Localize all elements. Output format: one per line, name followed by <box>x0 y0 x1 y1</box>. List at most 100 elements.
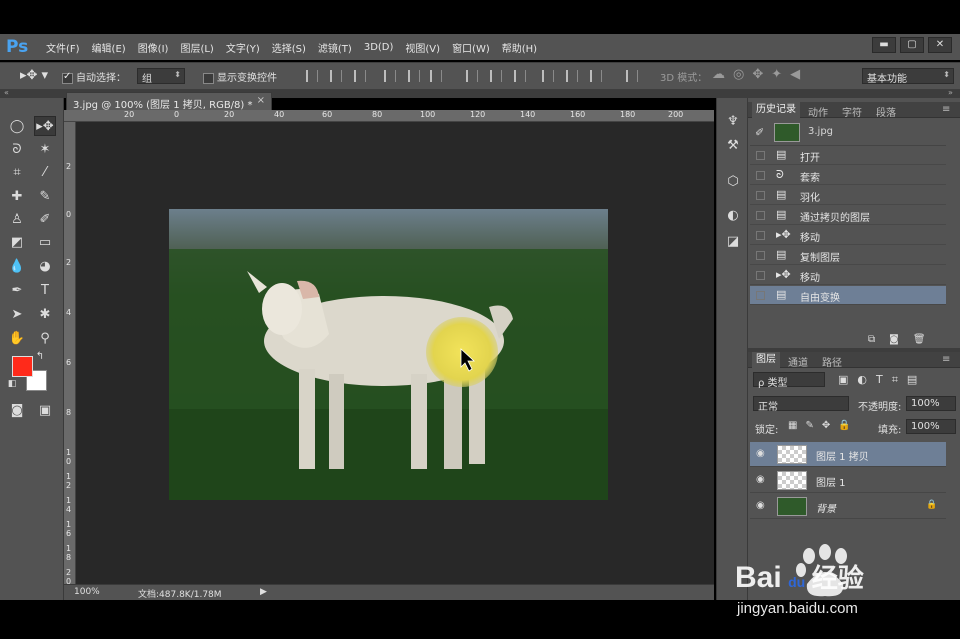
menu-file[interactable]: 文件(F) <box>40 40 86 55</box>
menu-image[interactable]: 图像(I) <box>132 40 175 55</box>
history-item[interactable]: ▸✥ 移动 <box>750 266 946 285</box>
brush-preset-icon[interactable]: ♆ <box>724 114 742 132</box>
history-item[interactable]: ▸✥ 移动 <box>750 226 946 245</box>
history-item[interactable]: ᘐ 套索 <box>750 166 946 185</box>
quick-mask-icon[interactable]: ◙ <box>6 400 28 420</box>
layer-row[interactable]: ◉ 图层 1 <box>750 468 946 493</box>
blur-tool-icon[interactable]: 💧 <box>6 256 28 276</box>
ruler-horizontal[interactable]: 20 0 20 40 60 80 100 120 140 160 180 200 <box>64 110 714 122</box>
layer-row-selected[interactable]: ◉ 图层 1 拷贝 <box>750 442 946 467</box>
align-right-icon[interactable] <box>430 70 442 82</box>
lasso-tool-icon[interactable]: ᘐ <box>6 139 28 159</box>
visibility-eye-icon[interactable]: ◉ <box>756 474 765 485</box>
adjustments-icon[interactable]: ◐ <box>724 208 742 226</box>
pen-tool-icon[interactable]: ✒ <box>6 280 28 300</box>
move-tool-icon[interactable]: ▸✥ <box>34 116 56 136</box>
collapse-right-icon[interactable]: » <box>948 88 953 97</box>
auto-align-icon[interactable] <box>626 70 638 82</box>
history-item[interactable]: ▤ 羽化 <box>750 186 946 205</box>
screen-mode-icon[interactable]: ▣ <box>34 400 56 420</box>
restore-button[interactable]: ▢ <box>900 37 924 53</box>
workspace-dropdown[interactable]: 基本功能 ⬍ <box>862 68 954 85</box>
tab-actions[interactable]: 动作 <box>808 104 828 119</box>
history-brush-tool-icon[interactable]: ✐ <box>34 209 56 229</box>
visibility-eye-icon[interactable]: ◉ <box>756 500 765 511</box>
distribute-left-icon[interactable] <box>542 70 554 82</box>
visibility-eye-icon[interactable]: ◉ <box>756 448 765 459</box>
align-bottom-icon[interactable] <box>354 70 366 82</box>
lock-icons[interactable]: ▦✎✥🔒 <box>788 420 859 431</box>
menu-view[interactable]: 视图(V) <box>399 40 446 55</box>
tab-paths[interactable]: 路径 <box>822 354 842 369</box>
close-button[interactable]: ✕ <box>928 37 952 53</box>
distribute-top-icon[interactable] <box>466 70 478 82</box>
align-top-icon[interactable] <box>306 70 318 82</box>
default-colors-icon[interactable]: ◧ <box>6 378 18 390</box>
3d-panel-icon[interactable]: ⬡ <box>724 174 742 192</box>
clone-stamp-tool-icon[interactable]: ♙ <box>6 209 28 229</box>
align-left-icon[interactable] <box>384 70 396 82</box>
history-brush-source-icon[interactable]: ✐ <box>755 126 764 139</box>
brush-tool-icon[interactable]: ✎ <box>34 186 56 206</box>
menu-help[interactable]: 帮助(H) <box>496 40 543 55</box>
tab-paragraph[interactable]: 段落 <box>876 104 896 119</box>
magic-wand-tool-icon[interactable]: ✶ <box>34 139 56 159</box>
move-tool-preset-icon[interactable]: ▸✥ ▾ <box>20 68 48 83</box>
opacity-input[interactable]: 100% <box>906 396 956 411</box>
document-tab[interactable]: 3.jpg @ 100% (图层 1 拷贝, RGB/8) * × <box>66 92 272 111</box>
status-menu-arrow-icon[interactable]: ▶ <box>260 587 267 597</box>
history-snapshot[interactable]: ✐ 3.jpg <box>750 120 946 146</box>
menu-filter[interactable]: 滤镜(T) <box>312 40 358 55</box>
eyedropper-tool-icon[interactable]: ⁄ <box>34 162 56 182</box>
blend-mode-dropdown[interactable]: 正常 <box>753 396 849 413</box>
styles-icon[interactable]: ◪ <box>724 234 742 252</box>
align-hcenter-icon[interactable] <box>408 70 420 82</box>
healing-brush-tool-icon[interactable]: ✚ <box>6 186 28 206</box>
elliptical-marquee-tool-icon[interactable]: ◯ <box>6 116 28 136</box>
history-item-selected[interactable]: ▤ 自由变换 <box>750 286 946 305</box>
menu-window[interactable]: 窗口(W) <box>446 40 496 55</box>
eraser-tool-icon[interactable]: ◩ <box>6 232 28 252</box>
align-vcenter-icon[interactable] <box>330 70 342 82</box>
fill-input[interactable]: 100% <box>906 419 956 434</box>
menu-type[interactable]: 文字(Y) <box>220 40 266 55</box>
swap-colors-icon[interactable]: ↰ <box>34 350 46 362</box>
history-footer-icons[interactable]: ⧉◙🗑 <box>868 334 940 345</box>
show-transform-checkbox[interactable]: 显示变换控件 <box>203 69 277 84</box>
auto-select-dropdown[interactable]: 组 ⬍ <box>137 68 185 85</box>
menu-3d[interactable]: 3D(D) <box>358 42 400 53</box>
type-tool-icon[interactable]: T <box>34 280 56 300</box>
path-selection-tool-icon[interactable]: ➤ <box>6 304 28 324</box>
close-tab-icon[interactable]: × <box>257 95 265 106</box>
layer-filter-dropdown[interactable]: ρ 类型 <box>753 372 825 389</box>
tab-history[interactable]: 历史记录 <box>752 102 800 118</box>
panel-menu-icon[interactable]: ≡ <box>942 354 950 365</box>
hand-tool-icon[interactable]: ✋ <box>6 328 28 348</box>
tab-layers[interactable]: 图层 <box>752 352 780 368</box>
minimize-button[interactable]: ▬ <box>872 37 896 53</box>
zoom-tool-icon[interactable]: ⚲ <box>34 328 56 348</box>
ruler-vertical[interactable]: 2 0 2 4 6 8 1 0 1 2 1 4 1 6 1 8 2 0 <box>64 122 76 586</box>
tab-character[interactable]: 字符 <box>842 104 862 119</box>
auto-select-checkbox[interactable]: 自动选择： <box>62 69 126 84</box>
3d-tools-icons[interactable]: ☁◎✥✦◀ <box>712 67 808 82</box>
layer-filter-icons[interactable]: ▣◐T⌗▤ <box>838 373 926 387</box>
distribute-right-icon[interactable] <box>590 70 602 82</box>
menu-select[interactable]: 选择(S) <box>266 40 312 55</box>
crop-tool-icon[interactable]: ⌗ <box>6 162 28 182</box>
distribute-bottom-icon[interactable] <box>514 70 526 82</box>
history-item[interactable]: ▤ 复制图层 <box>750 246 946 265</box>
tool-presets-icon[interactable]: ⚒ <box>724 138 742 156</box>
layer-row[interactable]: ◉ 背景 🔒 <box>750 494 946 519</box>
menu-layer[interactable]: 图层(L) <box>174 40 219 55</box>
history-item[interactable]: ▤ 通过拷贝的图层 <box>750 206 946 225</box>
collapse-left-icon[interactable]: « <box>4 88 9 97</box>
distribute-vcenter-icon[interactable] <box>490 70 502 82</box>
zoom-level[interactable]: 100% <box>74 587 100 597</box>
tab-channels[interactable]: 通道 <box>788 354 808 369</box>
dodge-tool-icon[interactable]: ◕ <box>34 256 56 276</box>
menu-edit[interactable]: 编辑(E) <box>86 40 132 55</box>
custom-shape-tool-icon[interactable]: ✱ <box>34 304 56 324</box>
history-item[interactable]: ▤ 打开 <box>750 146 946 165</box>
gradient-tool-icon[interactable]: ▭ <box>34 232 56 252</box>
